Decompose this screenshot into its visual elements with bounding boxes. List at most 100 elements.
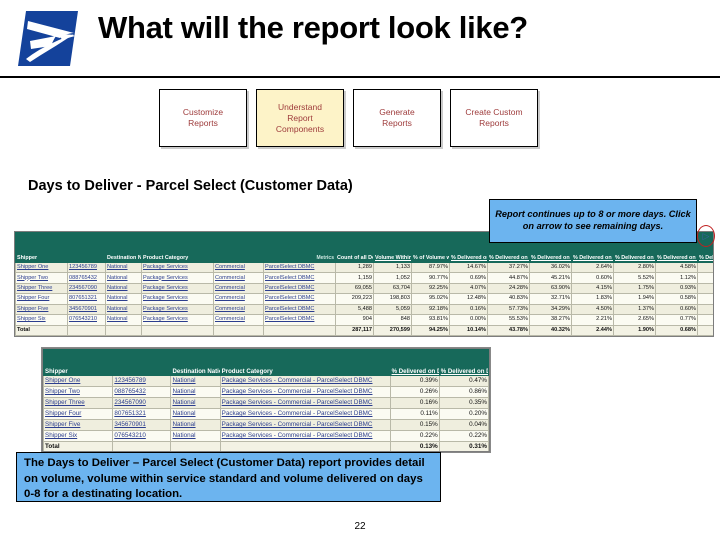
cell-total-label: Total — [15, 324, 68, 336]
table-row[interactable]: Shipper Four 807651321 National Package … — [15, 293, 713, 305]
table-row[interactable]: Shipper Six 076543210 National Package S… — [15, 314, 713, 326]
cell-service[interactable]: ParcelSelect DBMC — [263, 272, 336, 284]
cell-channel[interactable]: Commercial — [213, 272, 264, 284]
cell-service[interactable]: ParcelSelect DBMC — [263, 314, 336, 326]
cell-channel[interactable]: Commercial — [213, 303, 264, 316]
cell-product[interactable]: Package Services — [141, 261, 214, 274]
cell-destination[interactable]: National — [105, 261, 142, 274]
col-channel — [213, 232, 264, 263]
cell-product[interactable]: Package Services — [141, 272, 214, 284]
cell-destination[interactable]: National — [170, 408, 221, 420]
cell-destination[interactable]: National — [170, 430, 221, 442]
cell-product[interactable]: Package Services - Commercial - ParcelSe… — [219, 375, 391, 387]
cell-product[interactable]: Package Services — [141, 314, 214, 326]
cell-product[interactable]: Package Services - Commercial - ParcelSe… — [219, 397, 391, 409]
col-shipper[interactable]: Shipper — [43, 349, 114, 376]
cell-channel[interactable]: Commercial — [213, 293, 264, 305]
cell-product[interactable]: Package Services — [141, 303, 214, 316]
cell-destination[interactable]: National — [105, 314, 142, 326]
cell-shipper-id[interactable]: 234567090 — [67, 282, 106, 295]
table-header-row: Shipper Destination National Product Cat… — [43, 349, 489, 376]
cell-shipper-id[interactable]: 807651321 — [112, 408, 172, 420]
table-row[interactable]: Shipper Two 088765432 National Package S… — [43, 386, 489, 398]
nav-button-understand-report-components[interactable]: Understand Report Components — [256, 89, 344, 147]
cell-shipper[interactable]: Shipper Six — [43, 430, 114, 442]
col-link-label: % Delivered on Day 6 — [699, 255, 714, 262]
cell-product[interactable]: Package Services - Commercial - ParcelSe… — [219, 408, 391, 420]
cell-shipper-id[interactable]: 345670901 — [112, 419, 172, 431]
table-row[interactable]: Shipper Five 345670901 National Package … — [43, 419, 489, 431]
cell-channel[interactable]: Commercial — [213, 261, 264, 274]
cell-shipper[interactable]: Shipper Six — [15, 314, 68, 326]
cell-channel[interactable]: Commercial — [213, 282, 264, 295]
cell-count: 209,223 — [335, 293, 374, 305]
cell-shipper[interactable]: Shipper Three — [43, 397, 114, 409]
cell-destination[interactable]: National — [105, 303, 142, 316]
col-volume-within-service-standard[interactable]: Volume Within Service Standard — [373, 232, 412, 263]
cell-day1: 44.87% — [487, 272, 530, 284]
col-pct-delivered-same-day[interactable]: % Delivered on Same Day — [449, 232, 488, 263]
table-row[interactable]: Shipper Three 234567090 National Package… — [15, 282, 713, 295]
nav-button-create-custom-reports[interactable]: Create Custom Reports — [450, 89, 538, 147]
cell-day8: 0.86% — [438, 386, 489, 398]
cell-day4: 5.52% — [613, 272, 656, 284]
nav-label-line: Components — [275, 123, 325, 134]
nav-button-generate-reports[interactable]: Generate Reports — [353, 89, 441, 147]
cell-shipper-id[interactable]: 088765432 — [67, 272, 106, 284]
cell-day7: 0.15% — [389, 419, 440, 431]
cell-shipper[interactable]: Shipper Five — [15, 303, 68, 316]
table-row[interactable]: Shipper Five 345670901 National Package … — [15, 303, 713, 316]
nav-button-customize-reports[interactable]: Customize Reports — [159, 89, 247, 147]
cell-destination[interactable]: National — [170, 419, 221, 431]
cell-destination[interactable]: National — [170, 397, 221, 409]
cell-destination[interactable]: National — [105, 293, 142, 305]
col-pct-delivered-day-7[interactable]: % Delivered on Day 7 — [389, 349, 440, 376]
cell-shipper-id[interactable]: 807651321 — [67, 293, 106, 305]
cell-service[interactable]: ParcelSelect DBMC — [263, 261, 336, 274]
cell-count: 1,289 — [335, 261, 374, 274]
cell-shipper[interactable]: Shipper Four — [15, 293, 68, 305]
table-row[interactable]: Shipper One 123456789 National Package S… — [15, 261, 713, 274]
cell-shipper[interactable]: Shipper Three — [15, 282, 68, 295]
cell-shipper-id[interactable]: 123456789 — [112, 375, 172, 387]
cell-service[interactable]: ParcelSelect DBMC — [263, 293, 336, 305]
cell-channel[interactable]: Commercial — [213, 314, 264, 326]
cell-blank — [141, 324, 214, 336]
cell-shipper[interactable]: Shipper One — [15, 261, 68, 274]
cell-service[interactable]: ParcelSelect DBMC — [263, 282, 336, 295]
table-row[interactable]: Shipper Three 234567090 National Package… — [43, 397, 489, 409]
col-service: Metrics — [263, 232, 336, 263]
cell-destination[interactable]: National — [170, 386, 221, 398]
cell-shipper[interactable]: Shipper One — [43, 375, 114, 387]
cell-service[interactable]: ParcelSelect DBMC — [263, 303, 336, 316]
table-row[interactable]: Shipper Four 807651321 National Package … — [43, 408, 489, 420]
cell-product[interactable]: Package Services - Commercial - ParcelSe… — [219, 430, 391, 442]
table-row[interactable]: Shipper One 123456789 National Package S… — [43, 375, 489, 387]
cell-destination[interactable]: National — [105, 272, 142, 284]
cell-product[interactable]: Package Services - Commercial - ParcelSe… — [219, 419, 391, 431]
cell-shipper[interactable]: Shipper Four — [43, 408, 114, 420]
cell-shipper-id[interactable]: 345670901 — [67, 303, 106, 316]
cell-shipper-id[interactable]: 088765432 — [112, 386, 172, 398]
col-product-category: Product Category — [219, 349, 391, 376]
cell-product[interactable]: Package Services - Commercial - ParcelSe… — [219, 386, 391, 398]
col-pct-volume-within-standard: % of Volume within Service Standard — [411, 232, 450, 263]
col-pct-delivered-day-8-or-more[interactable]: % Delivered on Day 8 or more — [438, 349, 489, 376]
col-shipper[interactable]: Shipper — [15, 232, 68, 263]
cell-product[interactable]: Package Services — [141, 293, 214, 305]
cell-destination[interactable]: National — [105, 282, 142, 295]
table-row[interactable]: Shipper Six 076543210 National Package S… — [43, 430, 489, 442]
cell-shipper-id[interactable]: 234567090 — [112, 397, 172, 409]
col-count-all-delivered: Count of all Delivered Mail Pieces — [335, 232, 374, 263]
cell-shipper[interactable]: Shipper Five — [43, 419, 114, 431]
cell-shipper[interactable]: Shipper Two — [43, 386, 114, 398]
table-row[interactable]: Shipper Two 088765432 National Package S… — [15, 272, 713, 284]
cell-blank — [170, 441, 221, 451]
scroll-right-arrow-icon[interactable]: ▷ — [697, 225, 715, 247]
cell-destination[interactable]: National — [170, 375, 221, 387]
cell-shipper-id[interactable]: 123456789 — [67, 261, 106, 274]
cell-product[interactable]: Package Services — [141, 282, 214, 295]
cell-shipper-id[interactable]: 076543210 — [67, 314, 106, 326]
cell-shipper-id[interactable]: 076543210 — [112, 430, 172, 442]
cell-shipper[interactable]: Shipper Two — [15, 272, 68, 284]
